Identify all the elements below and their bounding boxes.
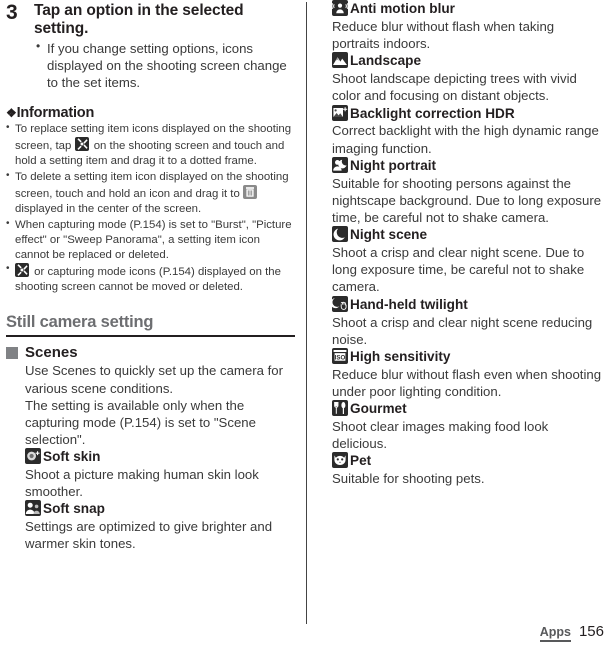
scene-entry: Gourmet Shoot clear images making food l…	[332, 400, 604, 452]
scene-description: Correct backlight with the high dynamic …	[332, 123, 599, 156]
subsection-paragraph: The setting is available only when the c…	[25, 397, 256, 447]
information-heading: ❖Information	[6, 105, 294, 121]
page-footer: Apps 156	[539, 623, 604, 642]
scene-entry: Pet Suitable for shooting pets.	[332, 452, 604, 487]
hand-held-twilight-icon	[332, 295, 348, 312]
scene-description: Shoot a crisp and clear night scene redu…	[332, 314, 593, 347]
scene-description: Shoot landscape depicting trees with viv…	[332, 71, 577, 104]
scene-title-row: Backlight correction HDR	[332, 104, 604, 123]
scene-description: Shoot a crisp and clear night scene. Due…	[332, 245, 585, 295]
scene-entry: Night portrait Suitable for shooting per…	[332, 156, 604, 226]
scene-entry: Soft skin Shoot a picture making human s…	[25, 448, 294, 500]
anti-motion-blur-icon	[332, 0, 348, 16]
information-item: To replace setting item icons displayed …	[6, 121, 294, 169]
night-scene-icon	[332, 226, 348, 243]
soft-snap-icon	[25, 500, 41, 517]
scene-description: Reduce blur without flash when taking po…	[332, 18, 555, 52]
scene-title: High sensitivity	[350, 348, 451, 364]
subsection-title: Scenes	[25, 344, 78, 362]
trash-icon	[242, 184, 257, 199]
scene-title: Gourmet	[350, 401, 407, 417]
scene-entry: Soft snap Settings are optimized to give…	[25, 500, 294, 552]
scene-title: Soft snap	[43, 501, 105, 517]
tools-icon	[15, 263, 29, 278]
square-bullet-icon	[6, 346, 18, 359]
information-list: To replace setting item icons displayed …	[6, 121, 294, 295]
scene-description: Settings are optimized to give brighter …	[25, 519, 273, 552]
information-item: To delete a setting item icon displayed …	[6, 169, 294, 217]
high-sensitivity-icon: ISO	[332, 347, 348, 364]
scene-description: Suitable for shooting pets.	[332, 471, 485, 487]
scene-title: Landscape	[350, 53, 422, 69]
information-item: When capturing mode (P.154) is set to "B…	[6, 217, 294, 263]
pet-icon	[332, 452, 348, 469]
scene-entry: Landscape Shoot landscape depicting tree…	[332, 52, 604, 104]
step-bullet: If you change setting options, icons dis…	[34, 39, 294, 91]
scene-title-row: Pet	[332, 452, 604, 470]
scene-description: Suitable for shooting persons against th…	[332, 175, 602, 225]
info-text-post: or capturing mode icons (P.154) displaye…	[15, 266, 281, 294]
section-title: Still camera setting	[6, 313, 154, 332]
info-text-post: displayed in the center of the screen.	[15, 202, 202, 215]
subsection-heading: Scenes	[6, 344, 294, 361]
information-item: or capturing mode icons (P.154) displaye…	[6, 262, 294, 295]
step-bullet-list: If you change setting options, icons dis…	[34, 39, 294, 91]
document-page: 3 Tap an option in the selected setting.…	[0, 0, 608, 648]
scene-entry: Night scene Shoot a crisp and clear nigh…	[332, 226, 604, 295]
diamond-icon: ❖	[6, 106, 17, 121]
gourmet-icon	[332, 400, 348, 417]
landscape-icon	[332, 52, 348, 69]
scene-title-row: Hand-held twilight	[332, 295, 604, 314]
svg-text:ISO: ISO	[335, 354, 346, 361]
scene-entry: Hand-held twilight Shoot a crisp and cle…	[332, 295, 604, 348]
scene-title-row: ISO High sensitivity	[332, 347, 604, 366]
column-divider	[306, 2, 307, 624]
scene-title: Soft skin	[43, 449, 101, 465]
scene-title: Pet	[350, 453, 372, 469]
footer-section-tab: Apps	[539, 625, 571, 642]
scene-description: Shoot a picture making human skin look s…	[25, 467, 259, 500]
step-number: 3	[6, 1, 18, 24]
step-block: 3 Tap an option in the selected setting.…	[6, 0, 294, 91]
scene-title-row: Soft skin	[25, 448, 294, 466]
scene-title: Night portrait	[350, 157, 437, 173]
scene-entry: Backlight correction HDR Correct backlig…	[332, 104, 604, 157]
right-column: Anti motion blur Reduce blur without fla…	[332, 0, 604, 487]
scene-title: Backlight correction HDR	[350, 105, 515, 121]
page-number: 156	[578, 623, 604, 640]
scene-title-row: Night portrait	[332, 156, 604, 175]
scene-title-row: Night scene	[332, 226, 604, 244]
backlight-hdr-icon	[332, 104, 348, 121]
scene-title-row: Gourmet	[332, 400, 604, 418]
night-portrait-icon	[332, 156, 348, 173]
scene-title-row: Anti motion blur	[332, 0, 604, 18]
information-heading-label: Information	[16, 105, 95, 122]
scene-entry: Anti motion blur Reduce blur without fla…	[332, 0, 604, 52]
soft-skin-icon	[25, 448, 41, 465]
scene-title: Hand-held twilight	[350, 296, 468, 312]
left-column: 3 Tap an option in the selected setting.…	[6, 0, 295, 553]
subsection-paragraph: Use Scenes to quickly set up the camera …	[25, 363, 284, 396]
section-rule	[6, 335, 295, 338]
step-body: Tap an option in the selected setting. I…	[34, 2, 294, 91]
step-title: Tap an option in the selected setting.	[34, 2, 244, 38]
tools-icon	[74, 136, 89, 151]
scene-description: Shoot clear images making food look deli…	[332, 419, 549, 452]
scene-title-row: Soft snap	[25, 500, 294, 518]
scene-entry: ISO High sensitivity Reduce blur without …	[332, 347, 604, 400]
scene-title: Anti motion blur	[350, 1, 455, 16]
info-text-pre: When capturing mode (P.154) is set to "B…	[15, 218, 292, 261]
scene-description: Reduce blur without flash even when shoo…	[332, 366, 602, 399]
scene-title-row: Landscape	[332, 52, 604, 70]
scene-title: Night scene	[350, 227, 428, 243]
